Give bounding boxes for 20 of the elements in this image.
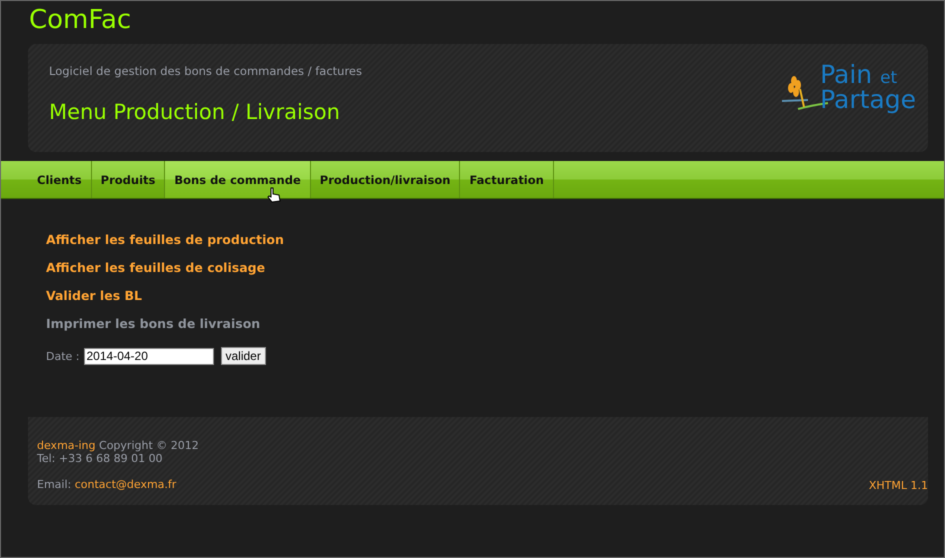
email-link[interactable]: contact@dexma.fr	[74, 478, 176, 491]
email-label: Email:	[37, 478, 72, 491]
xhtml-link[interactable]: XHTML 1.1	[868, 479, 928, 492]
validate-button[interactable]: valider	[220, 347, 266, 365]
nav-tab[interactable]: Facturation	[460, 161, 554, 198]
nav-tab[interactable]: Clients	[28, 161, 92, 198]
logo-text: Pain et Partage	[820, 64, 916, 111]
hand-cursor-icon	[266, 187, 280, 203]
menu-link[interactable]: Afficher les feuilles de production	[46, 232, 284, 247]
nav-tab[interactable]: Production/livraison	[310, 161, 460, 198]
date-label: Date :	[46, 350, 80, 362]
menu-link[interactable]: Valider les BL	[46, 288, 142, 303]
header-subtitle: Logiciel de gestion des bons de commandes / factures	[49, 64, 362, 78]
copyright-text: dexma-ing Copyright © 2012	[37, 439, 200, 452]
nav-tab[interactable]: Bons de commande	[165, 161, 311, 198]
page-title: Menu Production / Livraison	[49, 100, 341, 124]
date-field[interactable]: 2014-04-20	[84, 348, 214, 364]
phone-text: Tel: +33 6 68 89 01 00	[37, 452, 164, 465]
menu-link[interactable]: Afficher les feuilles de colisage	[46, 260, 266, 275]
app-title: ComFac	[29, 6, 132, 34]
